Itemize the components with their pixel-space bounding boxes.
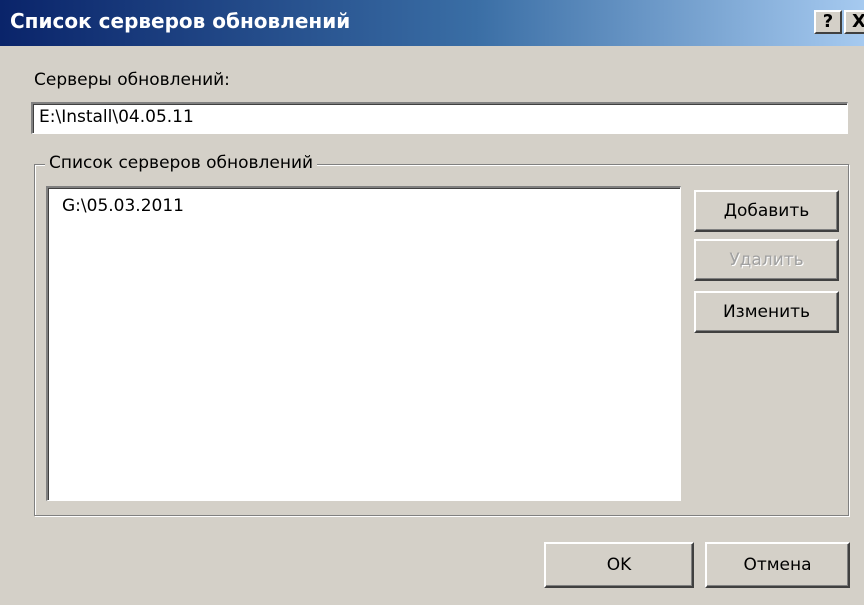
close-button[interactable]: X (844, 10, 864, 34)
servers-list-group-legend: Список серверов обновлений (45, 153, 318, 173)
server-path-input[interactable]: E:\Install\04.05.11 (31, 102, 848, 134)
cancel-button[interactable]: Отмена (705, 542, 850, 588)
help-icon: ? (822, 11, 834, 32)
servers-listbox[interactable]: G:\05.03.2011 (46, 186, 681, 501)
servers-label: Серверы обновлений: (34, 70, 230, 90)
update-servers-dialog: Список серверов обновлений ? X Серверы о… (0, 0, 864, 605)
edit-button[interactable]: Изменить (694, 291, 839, 333)
window-title: Список серверов обновлений (10, 9, 351, 33)
add-button[interactable]: Добавить (694, 190, 839, 232)
help-button[interactable]: ? (814, 10, 842, 34)
list-item[interactable]: G:\05.03.2011 (62, 196, 184, 216)
title-bar[interactable]: Список серверов обновлений ? X (0, 0, 864, 46)
ok-button[interactable]: OK (544, 542, 694, 588)
delete-button[interactable]: Удалить (694, 239, 839, 281)
close-icon: X (852, 11, 864, 32)
